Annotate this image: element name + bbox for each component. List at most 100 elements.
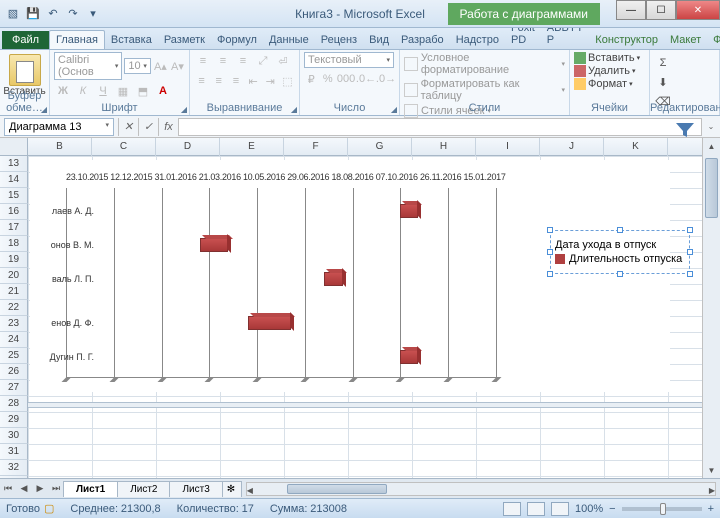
scroll-thumb[interactable] — [287, 484, 387, 494]
chart-bar[interactable] — [400, 204, 418, 218]
grow-font-icon[interactable]: A▴ — [153, 57, 168, 75]
decrease-indent-icon[interactable]: ⇤ — [246, 72, 261, 90]
chart-bar[interactable] — [248, 316, 291, 330]
align-right-icon[interactable]: ≡ — [228, 72, 243, 90]
format-cells-icon[interactable] — [574, 78, 586, 90]
new-sheet-icon[interactable]: ✻ — [222, 481, 242, 497]
row-header[interactable]: 26 — [0, 364, 28, 380]
increase-indent-icon[interactable]: ⇥ — [263, 72, 278, 90]
font-name-combo[interactable]: Calibri (Основ▾ — [54, 52, 122, 80]
format-cells-button[interactable]: Формат — [588, 78, 627, 90]
tab-insert[interactable]: Вставка — [105, 31, 158, 49]
row-header[interactable]: 13 — [0, 156, 28, 172]
chart-object[interactable]: лаев А. Д.онов В. М.валь Л. П.енов Д. Ф.… — [30, 160, 670, 392]
row-header[interactable]: 31 — [0, 444, 28, 460]
col-header[interactable]: H — [412, 138, 476, 156]
conditional-format-icon[interactable] — [404, 57, 418, 71]
name-box[interactable]: Диаграмма 13▾ — [4, 118, 114, 136]
col-header[interactable]: K — [604, 138, 668, 156]
prev-sheet-icon[interactable]: ◀ — [16, 481, 32, 497]
decrease-decimal-icon[interactable]: .0→ — [377, 70, 395, 88]
row-header[interactable]: 19 — [0, 252, 28, 268]
page-break-view-icon[interactable] — [551, 502, 569, 516]
tab-view[interactable]: Вид — [363, 31, 395, 49]
zoom-slider[interactable] — [622, 507, 702, 511]
col-header[interactable]: G — [348, 138, 412, 156]
formula-input[interactable] — [178, 118, 702, 136]
worksheet-grid[interactable]: B C D E F G H I J K 13141516171819202122… — [0, 138, 720, 478]
minimize-button[interactable]: — — [616, 0, 646, 20]
row-header[interactable]: 32 — [0, 460, 28, 476]
shrink-font-icon[interactable]: A▾ — [170, 57, 185, 75]
split-bar[interactable] — [28, 402, 702, 408]
border-icon[interactable]: ▦ — [114, 82, 132, 100]
align-bottom-icon[interactable]: ≡ — [234, 52, 252, 70]
delete-cells-icon[interactable] — [574, 65, 586, 77]
save-icon[interactable]: 💾 — [24, 5, 42, 23]
underline-icon[interactable]: Ч — [94, 82, 112, 100]
chart-bar[interactable] — [324, 272, 343, 286]
tab-formulas[interactable]: Формул — [211, 31, 263, 49]
macro-record-icon[interactable]: ▢ — [44, 502, 54, 515]
horizontal-scrollbar[interactable]: ◀ ▶ — [246, 482, 716, 496]
fill-color-icon[interactable]: ⬒ — [134, 82, 152, 100]
chart-bar[interactable] — [200, 238, 229, 252]
row-header[interactable]: 22 — [0, 300, 28, 316]
vertical-scrollbar[interactable]: ▲ ▼ — [702, 138, 720, 478]
row-header[interactable]: 33 — [0, 476, 28, 478]
row-header[interactable]: 14 — [0, 172, 28, 188]
clipboard-dialog-icon[interactable]: ◢ — [41, 105, 47, 114]
last-sheet-icon[interactable]: ⏭ — [48, 481, 64, 497]
expand-formula-bar-icon[interactable]: ⌄ — [704, 118, 718, 136]
tab-review[interactable]: Реценз — [315, 31, 363, 49]
qat-customize-icon[interactable]: ▾ — [84, 5, 102, 23]
align-left-icon[interactable]: ≡ — [194, 72, 209, 90]
select-all-corner[interactable] — [0, 138, 28, 156]
zoom-out-icon[interactable]: − — [609, 503, 615, 515]
tab-home[interactable]: Главная — [49, 30, 105, 49]
format-table-button[interactable]: Форматировать как таблицу — [421, 78, 559, 102]
col-header[interactable]: I — [476, 138, 540, 156]
normal-view-icon[interactable] — [503, 502, 521, 516]
row-header[interactable]: 20 — [0, 268, 28, 284]
tab-chart-layout[interactable]: Макет — [664, 31, 707, 49]
insert-cells-button[interactable]: Вставить — [588, 52, 635, 64]
col-header[interactable]: D — [156, 138, 220, 156]
col-header[interactable]: J — [540, 138, 604, 156]
font-dialog-icon[interactable]: ◢ — [181, 105, 187, 114]
alignment-dialog-icon[interactable]: ◢ — [291, 105, 297, 114]
redo-icon[interactable]: ↷ — [64, 5, 82, 23]
file-tab[interactable]: Файл — [2, 31, 49, 49]
align-center-icon[interactable]: ≡ — [211, 72, 226, 90]
row-header[interactable]: 28 — [0, 396, 28, 412]
chart-legend[interactable]: Дата ухода в отпуск Длительность отпуска — [550, 230, 690, 274]
page-layout-view-icon[interactable] — [527, 502, 545, 516]
zoom-level[interactable]: 100% — [575, 503, 603, 515]
col-header[interactable]: E — [220, 138, 284, 156]
tab-addins[interactable]: Надстро — [450, 31, 505, 49]
scroll-thumb[interactable] — [705, 158, 718, 218]
fill-icon[interactable]: ⬇ — [654, 73, 672, 91]
orientation-icon[interactable]: ⤢ — [254, 52, 272, 70]
row-header[interactable]: 15 — [0, 188, 28, 204]
chart-plot-area[interactable]: лаев А. Д.онов В. М.валь Л. П.енов Д. Ф.… — [66, 188, 496, 378]
conditional-format-button[interactable]: Условное форматирование — [421, 52, 559, 76]
tab-chart-format[interactable]: Формат — [707, 31, 720, 49]
format-table-icon[interactable] — [404, 83, 418, 97]
col-header[interactable]: C — [92, 138, 156, 156]
italic-icon[interactable]: К — [74, 82, 92, 100]
merge-icon[interactable]: ⬚ — [280, 72, 295, 90]
chart-bar[interactable] — [400, 350, 418, 364]
font-color-icon[interactable]: A — [154, 82, 172, 100]
row-header[interactable]: 18 — [0, 236, 28, 252]
tab-data[interactable]: Данные — [263, 31, 315, 49]
row-header[interactable]: 16 — [0, 204, 28, 220]
scroll-up-icon[interactable]: ▲ — [703, 138, 720, 154]
number-dialog-icon[interactable]: ◢ — [391, 105, 397, 114]
sheet-tab[interactable]: Лист1 — [63, 481, 118, 497]
tab-layout[interactable]: Разметк — [158, 31, 211, 49]
row-header[interactable]: 25 — [0, 348, 28, 364]
insert-cells-icon[interactable] — [574, 52, 586, 64]
tab-chart-design[interactable]: Конструктор — [589, 31, 664, 49]
col-header[interactable]: B — [28, 138, 92, 156]
